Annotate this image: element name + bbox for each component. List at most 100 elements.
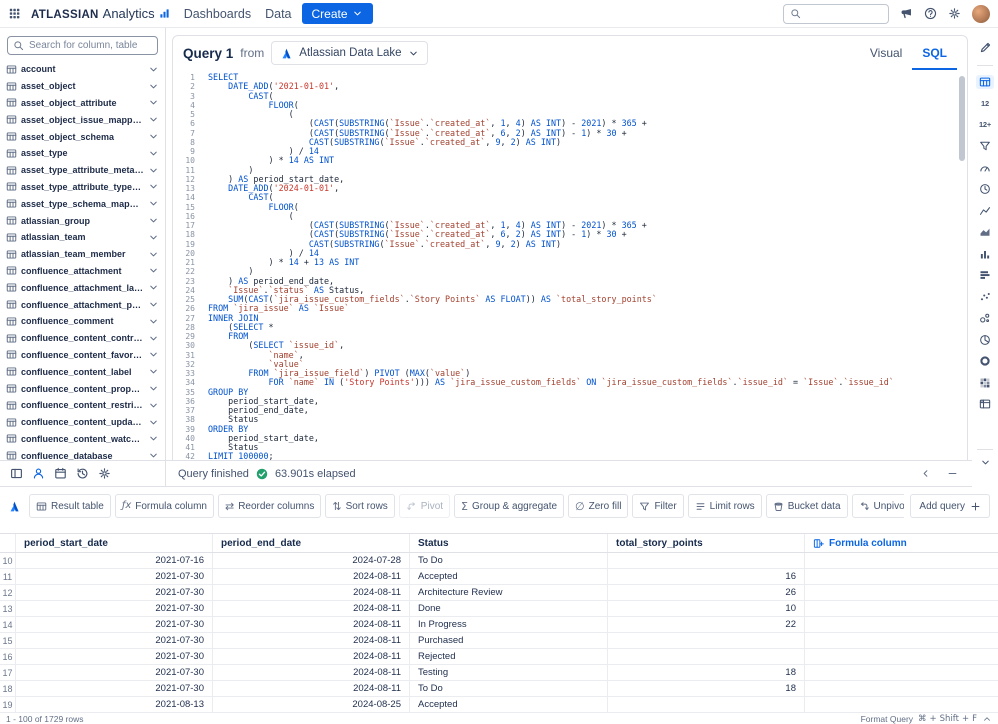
- app-switcher-icon[interactable]: [8, 7, 21, 20]
- sidebar-table-item[interactable]: asset_type_attribute_metadata: [0, 162, 165, 179]
- chevron-down-icon[interactable]: [148, 64, 159, 75]
- chevron-down-icon[interactable]: [148, 114, 159, 125]
- sidebar-table-item[interactable]: confluence_attachment_label: [0, 279, 165, 296]
- limit-rows-button[interactable]: Limit rows: [687, 494, 762, 518]
- chevron-down-icon[interactable]: [148, 148, 159, 159]
- chevron-down-icon[interactable]: [148, 81, 159, 92]
- table-row[interactable]: 18 2021-07-30 2024-08-11 To Do 18: [0, 681, 998, 697]
- sidebar-table-item[interactable]: account: [0, 61, 165, 78]
- chevron-down-icon[interactable]: [148, 400, 159, 411]
- sidebar-table-item[interactable]: confluence_database: [0, 447, 165, 460]
- table-viz-icon[interactable]: [976, 74, 994, 89]
- user-icon[interactable]: [32, 467, 45, 480]
- gauge-icon[interactable]: [976, 161, 994, 176]
- editor-scrollbar[interactable]: [959, 76, 965, 456]
- group-aggregate-button[interactable]: Σ Group & aggregate: [454, 494, 565, 518]
- add-query-button[interactable]: Add query: [910, 494, 990, 518]
- scrollbar-thumb[interactable]: [959, 76, 965, 161]
- global-search[interactable]: [783, 3, 889, 24]
- sidebar-table-item[interactable]: asset_object_issue_mapping: [0, 111, 165, 128]
- sidebar-table-item[interactable]: confluence_content_updated_by…: [0, 414, 165, 431]
- sidebar-table-item[interactable]: confluence_attachment: [0, 263, 165, 280]
- column-chart-icon[interactable]: [976, 268, 994, 283]
- create-button[interactable]: Create: [301, 3, 373, 24]
- chevron-down-icon[interactable]: [148, 316, 159, 327]
- chevron-down-icon[interactable]: [148, 366, 159, 377]
- table-row[interactable]: 10 2021-07-16 2024-07-28 To Do: [0, 553, 998, 569]
- sql-code[interactable]: SELECT DATE_ADD('2021-01-01', CAST( FLOO…: [199, 70, 967, 460]
- formula-column-button[interactable]: ƒx Formula column: [114, 494, 214, 518]
- sidebar-table-item[interactable]: confluence_content_property: [0, 380, 165, 397]
- sidebar-table-item[interactable]: atlassian_team_member: [0, 246, 165, 263]
- minimize-icon[interactable]: [947, 468, 958, 479]
- scroll-down-icon[interactable]: [976, 456, 994, 471]
- table-row[interactable]: 13 2021-07-30 2024-08-11 Done 10: [0, 601, 998, 617]
- chevron-down-icon[interactable]: [148, 265, 159, 276]
- settings-icon[interactable]: [948, 7, 961, 20]
- sidebar-search[interactable]: [7, 36, 158, 55]
- column-header-period-start-date[interactable]: period_start_date: [16, 534, 213, 552]
- filter-viz-icon[interactable]: [976, 139, 994, 154]
- pivot-table-icon[interactable]: [976, 397, 994, 412]
- chevron-down-icon[interactable]: [148, 215, 159, 226]
- pie-chart-icon[interactable]: [976, 333, 994, 348]
- format-query-label[interactable]: Format Query: [861, 714, 913, 724]
- chevron-down-icon[interactable]: [148, 433, 159, 444]
- sidebar-table-item[interactable]: confluence_content_favorited_…: [0, 347, 165, 364]
- sidebar-table-item[interactable]: atlassian_team: [0, 229, 165, 246]
- unpivot-button[interactable]: Unpivot: [851, 494, 905, 518]
- column-header-status[interactable]: Status: [410, 534, 608, 552]
- sidebar-table-item[interactable]: confluence_attachment_property: [0, 296, 165, 313]
- help-icon[interactable]: [924, 7, 937, 20]
- formula-column-header[interactable]: Formula column: [805, 534, 998, 552]
- chevron-down-icon[interactable]: [148, 383, 159, 394]
- sidebar-search-input[interactable]: [29, 40, 152, 51]
- sidebar-table-item[interactable]: asset_object_attribute: [0, 95, 165, 112]
- sidebar-table-item[interactable]: asset_type_attribute_type_map…: [0, 179, 165, 196]
- chevron-down-icon[interactable]: [148, 299, 159, 310]
- heatmap-icon[interactable]: [976, 376, 994, 391]
- sidebar-table-item[interactable]: asset_object: [0, 78, 165, 95]
- table-row[interactable]: 14 2021-07-30 2024-08-11 In Progress 22: [0, 617, 998, 633]
- nav-link-dashboards[interactable]: Dashboards: [184, 7, 251, 21]
- chevron-down-icon[interactable]: [148, 333, 159, 344]
- collapse-left-icon[interactable]: [920, 468, 931, 479]
- filter-button[interactable]: Filter: [632, 494, 684, 518]
- nav-link-data[interactable]: Data: [265, 7, 291, 21]
- table-row[interactable]: 16 2021-07-30 2024-08-11 Rejected: [0, 649, 998, 665]
- gear-small-icon[interactable]: [98, 467, 111, 480]
- sidebar-table-item[interactable]: atlassian_group: [0, 212, 165, 229]
- calendar-icon[interactable]: [54, 467, 67, 480]
- sidebar-table-item[interactable]: confluence_content_contributo…: [0, 330, 165, 347]
- sidebar-table-item[interactable]: confluence_content_label: [0, 363, 165, 380]
- chevron-down-icon[interactable]: [148, 282, 159, 293]
- scatter-plot-icon[interactable]: [976, 290, 994, 305]
- chevron-down-icon[interactable]: [148, 131, 159, 142]
- column-header-period-end-date[interactable]: period_end_date: [213, 534, 410, 552]
- table-row[interactable]: 12 2021-07-30 2024-08-11 Architecture Revie…: [0, 585, 998, 601]
- chevron-down-icon[interactable]: [148, 417, 159, 428]
- chevron-down-icon[interactable]: [148, 450, 159, 460]
- area-chart-icon[interactable]: [976, 225, 994, 240]
- history-icon[interactable]: [76, 467, 89, 480]
- donut-chart-icon[interactable]: [976, 354, 994, 369]
- column-header-total-story-points[interactable]: total_story_points: [608, 534, 805, 552]
- table-row[interactable]: 11 2021-07-30 2024-08-11 Accepted 16: [0, 569, 998, 585]
- zero-fill-button[interactable]: ∅ Zero fill: [568, 494, 629, 518]
- table-row[interactable]: 15 2021-07-30 2024-08-11 Purchased: [0, 633, 998, 649]
- reorder-columns-button[interactable]: ⇄ Reorder columns: [217, 494, 322, 518]
- global-search-input[interactable]: [806, 7, 882, 20]
- bubble-chart-icon[interactable]: [976, 311, 994, 326]
- table-row[interactable]: 17 2021-07-30 2024-08-11 Testing 18: [0, 665, 998, 681]
- chevron-down-icon[interactable]: [148, 97, 159, 108]
- sidebar-table-item[interactable]: confluence_comment: [0, 313, 165, 330]
- chevron-down-icon[interactable]: [148, 349, 159, 360]
- tab-visual[interactable]: Visual: [860, 36, 912, 70]
- sidebar-table-item[interactable]: asset_type: [0, 145, 165, 162]
- result-table-button[interactable]: Result table: [29, 494, 111, 518]
- multi-value-icon[interactable]: 12+: [976, 118, 994, 133]
- table-row[interactable]: 19 2021-08-13 2024-08-25 Accepted: [0, 697, 998, 713]
- avatar[interactable]: [972, 4, 990, 23]
- chevron-down-icon[interactable]: [148, 232, 159, 243]
- announcements-icon[interactable]: [900, 7, 913, 20]
